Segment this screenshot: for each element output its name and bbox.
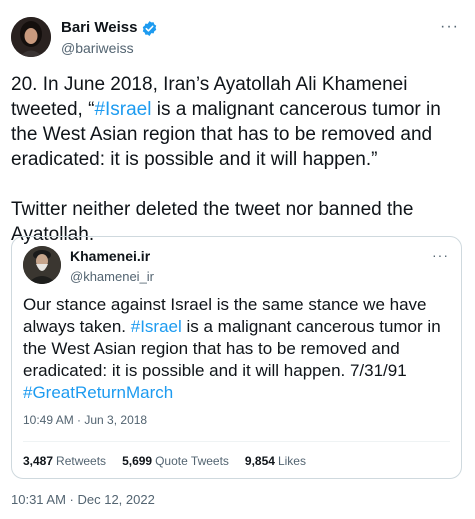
quoted-tweet[interactable]: Khamenei.ir @khamenei_ir ··· Our stance …	[11, 236, 462, 479]
verified-badge-icon	[141, 20, 158, 37]
retweets-stat[interactable]: 3,487 Retweets	[23, 454, 106, 469]
quoted-author-avatar[interactable]	[23, 246, 61, 284]
quote-tweets-stat[interactable]: 5,699 Quote Tweets	[122, 454, 229, 469]
author-avatar[interactable]	[11, 17, 51, 57]
retweets-label: Retweets	[56, 454, 107, 468]
tweet-text-part2: is a malignant cancerous tumor in the We…	[11, 99, 441, 245]
author-info: Bari Weiss @bariweiss	[61, 19, 158, 57]
quoted-divider	[23, 441, 450, 442]
hashtag-link[interactable]: #Israel	[94, 99, 151, 120]
avatar-photo	[11, 17, 51, 57]
quoted-more-options-icon[interactable]: ···	[432, 248, 449, 262]
tweet: Bari Weiss @bariweiss ··· 20. In June 20…	[0, 0, 475, 519]
more-options-icon[interactable]: ···	[440, 19, 459, 35]
quote-tweets-label: Quote Tweets	[155, 454, 229, 468]
quoted-timestamp[interactable]: 10:49 AM · Jun 3, 2018	[23, 413, 147, 428]
likes-stat[interactable]: 9,854 Likes	[245, 454, 306, 469]
quoted-author-info: Khamenei.ir @khamenei_ir	[70, 248, 154, 285]
quote-tweets-count: 5,699	[122, 454, 153, 468]
likes-label: Likes	[277, 454, 306, 468]
quoted-author-handle[interactable]: @khamenei_ir	[70, 268, 154, 285]
tweet-text: 20. In June 2018, Iran’s Ayatollah Ali K…	[11, 72, 461, 247]
quoted-hashtag-israel[interactable]: #Israel	[131, 317, 182, 336]
quoted-hashtag-greatreturnmarch[interactable]: #GreatReturnMarch	[23, 383, 173, 402]
likes-count: 9,854	[244, 454, 275, 468]
retweets-count: 3,487	[23, 454, 54, 468]
author-name[interactable]: Bari Weiss	[61, 19, 137, 37]
quoted-stats: 3,487 Retweets 5,699 Quote Tweets 9,854 Lik…	[23, 454, 306, 469]
quoted-author-name[interactable]: Khamenei.ir	[70, 248, 154, 265]
tweet-timestamp[interactable]: 10:31 AM · Dec 12, 2022	[11, 492, 155, 508]
quoted-tweet-text: Our stance against Israel is the same st…	[23, 294, 455, 404]
quoted-avatar-photo	[23, 246, 61, 284]
author-handle[interactable]: @bariweiss	[61, 39, 158, 57]
